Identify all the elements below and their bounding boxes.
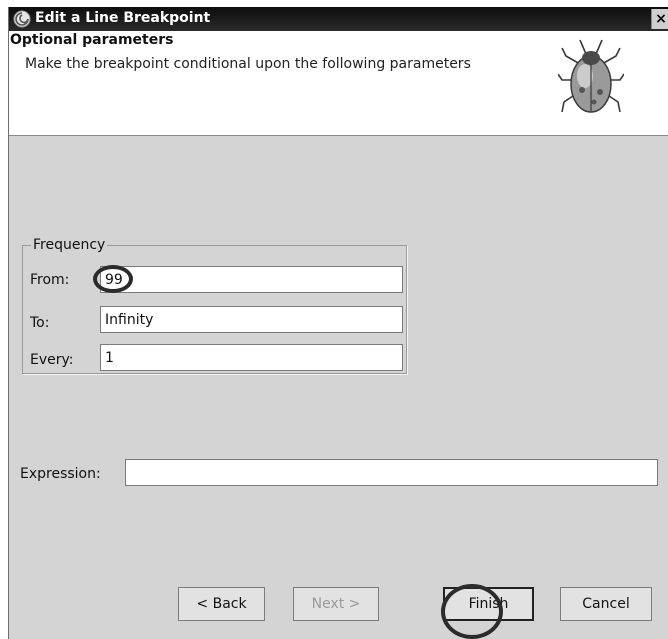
app-icon [13, 10, 31, 28]
expression-field[interactable] [125, 459, 658, 486]
close-button[interactable]: × [651, 9, 668, 29]
to-label: To: [30, 315, 50, 331]
page-title: Optional parameters [10, 32, 174, 48]
to-field[interactable] [100, 306, 403, 333]
window-title: Edit a Line Breakpoint [35, 10, 211, 26]
title-bar: Edit a Line Breakpoint × [9, 7, 668, 31]
bug-icon [558, 39, 624, 113]
back-button[interactable]: < Back [178, 587, 265, 621]
page-description: Make the breakpoint conditional upon the… [25, 56, 471, 72]
every-field[interactable] [100, 344, 403, 371]
next-button[interactable]: Next > [293, 587, 379, 621]
from-label: From: [30, 272, 70, 288]
cancel-button[interactable]: Cancel [560, 587, 652, 621]
every-label: Every: [30, 352, 74, 368]
frequency-legend: Frequency [33, 237, 106, 253]
finish-highlight-circle [441, 584, 503, 639]
from-field[interactable] [100, 266, 403, 293]
expression-label: Expression: [20, 466, 101, 482]
from-highlight-circle [93, 265, 133, 293]
